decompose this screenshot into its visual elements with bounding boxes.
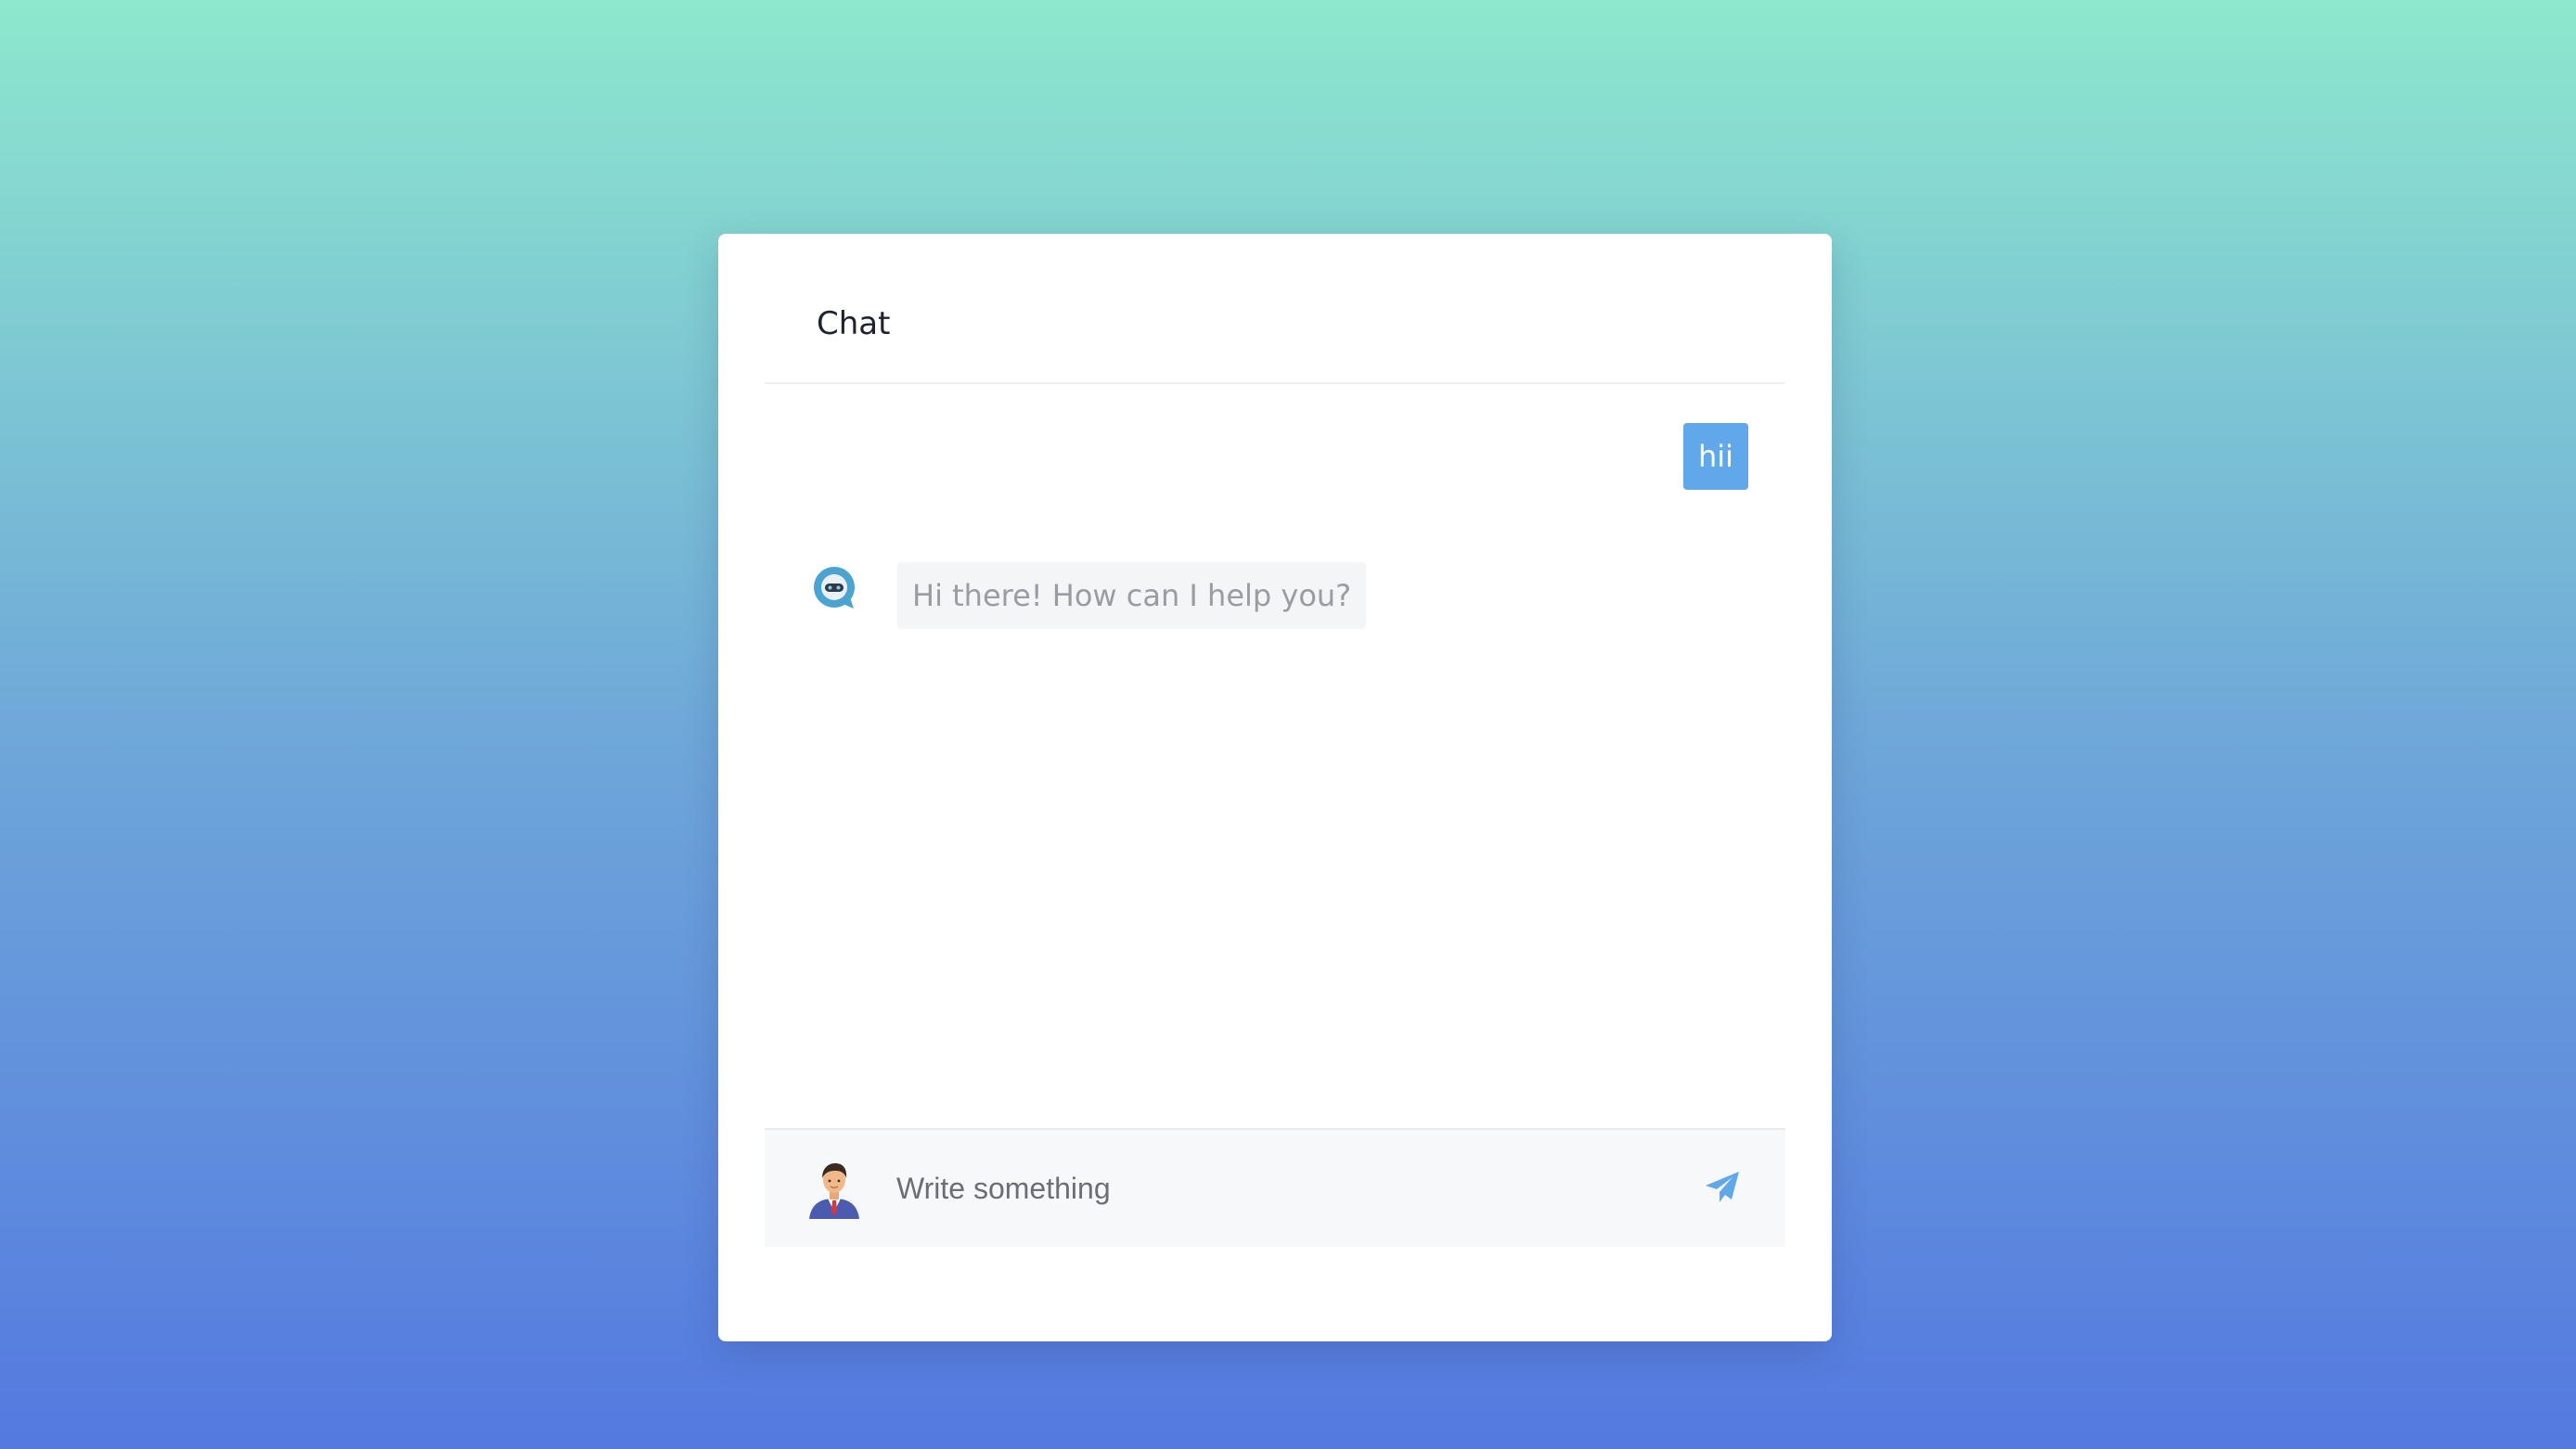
chat-header: Chat (765, 234, 1785, 384)
user-message-bubble: hii (1682, 423, 1748, 490)
chat-title: Chat (817, 305, 891, 342)
message-input[interactable] (895, 1152, 1641, 1225)
user-avatar (802, 1156, 867, 1221)
message-composer (765, 1128, 1785, 1247)
message-list[interactable]: hii Hi there! How can I help you? (765, 384, 1785, 1128)
chat-window: Chat hii Hi there! How can I help you? (718, 234, 1832, 1341)
send-button[interactable] (1693, 1158, 1752, 1217)
chatbot-bubble-icon (813, 566, 859, 612)
paper-plane-icon (1706, 1172, 1739, 1202)
bot-message-bubble: Hi there! How can I help you? (897, 562, 1367, 629)
